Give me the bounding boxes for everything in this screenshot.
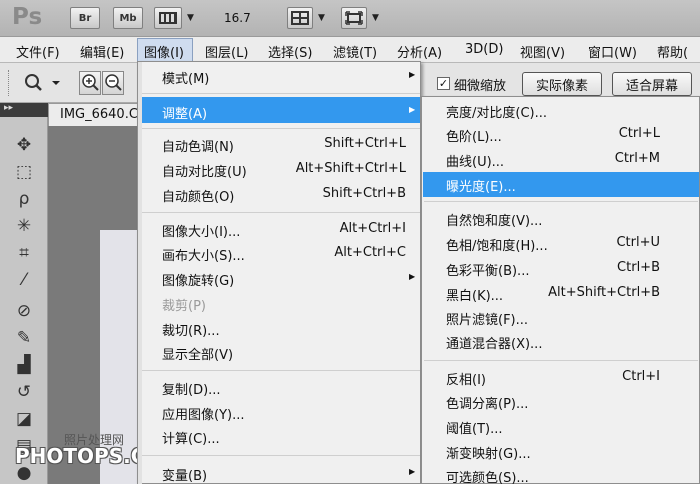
adjust-invert[interactable]: 反相(I) Ctrl+I	[446, 366, 660, 390]
image-menu-variables[interactable]: 变量(B)	[162, 462, 402, 484]
zoom-in-button[interactable]	[79, 71, 101, 95]
magic-wand-tool-icon[interactable]: ✳	[8, 215, 40, 237]
bridge-button[interactable]: Br	[70, 7, 100, 29]
menu-filter[interactable]: 滤镜(T)	[333, 42, 377, 61]
clone-stamp-tool-icon[interactable]: ▟	[8, 354, 40, 376]
menu-layer[interactable]: 图层(L)	[205, 42, 248, 61]
arrange-documents-button[interactable]	[287, 7, 313, 29]
adjust-posterize[interactable]: 色调分离(P)...	[446, 390, 660, 414]
adjust-photo-filter[interactable]: 照片滤镜(F)...	[446, 306, 660, 330]
menu-file[interactable]: 文件(F)	[16, 42, 60, 61]
image-menu-duplicate[interactable]: 复制(D)...	[162, 376, 402, 400]
image-menu-rotation[interactable]: 图像旋转(G)	[162, 267, 402, 291]
adjust-selective-color[interactable]: 可选颜色(S)...	[446, 464, 660, 484]
actual-pixels-button[interactable]: 实际像素	[522, 72, 602, 96]
menu-separator	[424, 201, 698, 202]
menu-window[interactable]: 窗口(W)	[588, 42, 637, 61]
menu-view[interactable]: 视图(V)	[520, 42, 565, 61]
brush-tool-icon[interactable]: ✎	[8, 327, 40, 349]
adjust-exposure[interactable]: 曝光度(E)...	[446, 173, 660, 197]
adjust-black-white[interactable]: 黑白(K)... Alt+Shift+Ctrl+B	[446, 282, 660, 306]
eraser-tool-icon[interactable]: ◪	[8, 408, 40, 430]
photoshop-logo: Ps	[12, 4, 43, 30]
zoom-out-button[interactable]	[102, 71, 124, 95]
menu-separator	[142, 128, 420, 129]
menu-image[interactable]: 图像(I)	[144, 42, 184, 61]
image-menu-auto-tone[interactable]: 自动色调(N) Shift+Ctrl+L	[162, 133, 406, 157]
image-menu-adjustments[interactable]: 调整(A)	[162, 100, 402, 124]
submenu-arrow-icon: ▶	[409, 467, 416, 476]
view-extras-button[interactable]	[154, 7, 182, 29]
film-icon	[159, 12, 177, 24]
healing-brush-tool-icon[interactable]: ⊘	[8, 300, 40, 322]
screen-mode-icon	[345, 11, 363, 25]
document-tab-title: IMG_6640.C	[60, 107, 138, 122]
zoom-level[interactable]: 16.7	[224, 11, 251, 25]
scrubby-zoom-label: 细微缩放	[454, 79, 507, 94]
chevron-down-icon[interactable]: ▼	[187, 13, 194, 23]
collapse-icon[interactable]: ▸▸	[4, 103, 13, 113]
menu-analysis[interactable]: 分析(A)	[397, 42, 442, 61]
adjust-color-balance[interactable]: 色彩平衡(B)... Ctrl+B	[446, 257, 660, 281]
fit-screen-button[interactable]: 适合屏幕	[612, 72, 692, 96]
tools-panel-header: ▸▸	[0, 103, 48, 117]
submenu-arrow-icon: ▶	[409, 105, 416, 114]
image-menu-apply-image[interactable]: 应用图像(Y)...	[162, 401, 402, 425]
screen-mode-button[interactable]	[341, 7, 367, 29]
adjust-hue-saturation[interactable]: 色相/饱和度(H)... Ctrl+U	[446, 232, 660, 256]
adjust-vibrance[interactable]: 自然饱和度(V)...	[446, 207, 660, 231]
submenu-arrow-icon: ▶	[409, 70, 416, 79]
layout-icon	[291, 11, 309, 25]
menu-select[interactable]: 选择(S)	[268, 42, 312, 61]
menu-edit[interactable]: 编辑(E)	[80, 42, 124, 61]
crop-tool-icon[interactable]: ⌗	[8, 242, 40, 264]
adjust-channel-mixer[interactable]: 通道混合器(X)...	[446, 330, 660, 354]
history-brush-tool-icon[interactable]: ↺	[8, 381, 40, 403]
mini-bridge-button[interactable]: Mb	[113, 7, 143, 29]
menu-separator	[424, 360, 698, 361]
image-menu-reveal-all[interactable]: 显示全部(V)	[162, 341, 402, 365]
image-menu-trim[interactable]: 裁切(R)...	[162, 317, 402, 341]
zoom-tool-icon	[25, 74, 60, 91]
menu-separator	[142, 212, 420, 213]
move-tool-icon[interactable]: ✥	[8, 134, 40, 156]
menu-separator	[142, 93, 420, 94]
zoom-out-icon	[105, 74, 122, 91]
image-menu-auto-contrast[interactable]: 自动对比度(U) Alt+Shift+Ctrl+L	[162, 158, 406, 182]
menu-separator	[142, 455, 420, 456]
tool-preset-picker[interactable]	[20, 71, 64, 95]
image-menu-auto-color[interactable]: 自动颜色(O) Shift+Ctrl+B	[162, 183, 406, 207]
menu-separator	[142, 370, 420, 371]
image-menu-mode[interactable]: 模式(M)	[162, 65, 402, 89]
marquee-tool-icon[interactable]: ⬚	[8, 161, 40, 183]
chevron-down-icon[interactable]: ▼	[372, 13, 379, 23]
image-menu-canvas-size[interactable]: 画布大小(S)... Alt+Ctrl+C	[162, 242, 406, 266]
adjust-curves[interactable]: 曲线(U)... Ctrl+M	[446, 148, 660, 172]
scrubby-zoom-checkbox[interactable]: ✓	[437, 77, 450, 90]
adjust-brightness-contrast[interactable]: 亮度/对比度(C)...	[446, 99, 660, 123]
application-bar: Ps Br Mb ▼ 16.7 ▼ ▼	[0, 0, 700, 37]
adjust-threshold[interactable]: 阈值(T)...	[446, 415, 660, 439]
submenu-arrow-icon: ▶	[409, 272, 416, 281]
zoom-in-icon	[82, 74, 99, 91]
chevron-down-icon[interactable]: ▼	[318, 13, 325, 23]
image-menu-crop: 裁剪(P)	[162, 299, 206, 314]
lasso-tool-icon[interactable]: ρ	[8, 188, 40, 210]
adjust-gradient-map[interactable]: 渐变映射(G)...	[446, 440, 660, 464]
adjust-levels[interactable]: 色阶(L)... Ctrl+L	[446, 123, 660, 147]
image-menu-image-size[interactable]: 图像大小(I)... Alt+Ctrl+I	[162, 218, 406, 242]
menu-3d[interactable]: 3D(D)	[465, 42, 503, 57]
menu-gutter	[138, 62, 142, 484]
options-grip	[8, 70, 10, 96]
image-menu-calculations[interactable]: 计算(C)...	[162, 425, 402, 449]
eyedropper-tool-icon[interactable]: ⁄	[8, 269, 40, 291]
menu-help[interactable]: 帮助(	[657, 42, 688, 61]
